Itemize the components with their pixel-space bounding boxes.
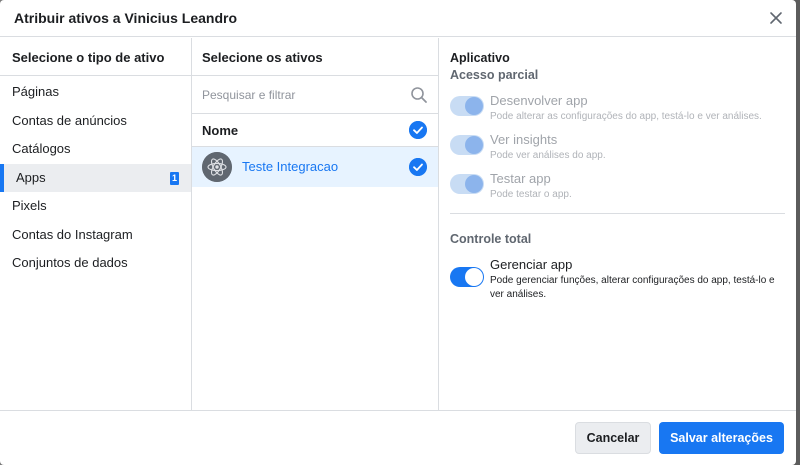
assign-assets-dialog: Atribuir ativos a Vinicius Leandro Selec… xyxy=(0,0,796,465)
asset-row[interactable]: Teste Integracao xyxy=(192,147,438,187)
save-button[interactable]: Salvar alterações xyxy=(659,422,784,454)
selected-count-badge: 1 xyxy=(170,171,179,185)
permission-description: Pode ver análises do app. xyxy=(490,150,606,161)
permission-label: Testar app xyxy=(490,171,551,186)
asset-type-apps[interactable]: Apps 1 xyxy=(0,163,191,192)
asset-type-label: Contas do Instagram xyxy=(12,226,133,242)
permission-description: Pode testar o app. xyxy=(490,189,572,200)
asset-type-label: Pixels xyxy=(12,198,47,213)
permission-label: Desenvolver app xyxy=(490,93,588,108)
permission-label: Ver insights xyxy=(490,132,558,147)
permission-view-insights: Ver insights Pode ver análises do app. xyxy=(450,132,790,162)
search-input[interactable] xyxy=(202,85,402,105)
permission-description: Pode alterar as configurações do app, te… xyxy=(490,111,762,122)
asset-type-pages[interactable]: Páginas xyxy=(0,78,191,107)
asset-type-header: Selecione o tipo de ativo xyxy=(0,38,191,76)
dialog-header: Atribuir ativos a Vinicius Leandro xyxy=(0,0,796,37)
name-column-header: Nome xyxy=(202,123,239,138)
permission-description: Pode gerenciar funções, alterar configur… xyxy=(490,275,775,300)
search-icon[interactable] xyxy=(410,86,428,104)
permission-develop-app: Desenvolver app Pode alterar as configur… xyxy=(450,93,790,123)
permission-manage-app: Gerenciar app Pode gerenciar funções, al… xyxy=(450,257,790,302)
permissions-title: Aplicativo xyxy=(450,51,510,65)
select-all-row[interactable]: Nome xyxy=(192,114,438,147)
toggle-switch xyxy=(450,135,484,155)
assets-column: Selecione os ativos Nome xyxy=(192,38,439,410)
divider xyxy=(450,213,785,214)
partial-access-title: Acesso parcial xyxy=(450,68,539,82)
check-icon[interactable] xyxy=(409,158,427,176)
asset-type-pixels[interactable]: Pixels xyxy=(0,192,191,221)
asset-type-datasets[interactable]: Conjuntos de dados xyxy=(0,249,191,278)
assets-header: Selecione os ativos xyxy=(192,38,438,76)
close-icon[interactable] xyxy=(766,8,786,28)
asset-type-label: Catálogos xyxy=(12,141,71,156)
dialog-title: Atribuir ativos a Vinicius Leandro xyxy=(14,10,238,26)
asset-type-instagram-accounts[interactable]: Contas do Instagram xyxy=(0,221,191,250)
check-all-icon[interactable] xyxy=(409,121,427,139)
asset-type-catalogs[interactable]: Catálogos xyxy=(0,135,191,164)
asset-type-column: Selecione o tipo de ativo Páginas Contas… xyxy=(0,38,192,410)
asset-label: Teste Integracao xyxy=(242,159,339,174)
asset-type-label: Páginas xyxy=(12,84,59,99)
permissions-column: Aplicativo Acesso parcial Desenvolver ap… xyxy=(439,38,796,410)
full-control-title: Controle total xyxy=(450,232,532,246)
asset-type-label: Apps xyxy=(16,169,46,185)
dialog-footer: Cancelar Salvar alterações xyxy=(0,410,796,465)
asset-type-label: Contas de anúncios xyxy=(12,112,127,128)
permission-label: Gerenciar app xyxy=(490,257,573,272)
asset-type-label: Conjuntos de dados xyxy=(12,255,128,270)
search-bar xyxy=(192,76,438,114)
permission-test-app: Testar app Pode testar o app. xyxy=(450,171,790,201)
toggle-switch xyxy=(450,96,484,116)
react-icon xyxy=(202,152,232,182)
asset-type-ad-accounts[interactable]: Contas de anúncios xyxy=(0,107,191,136)
toggle-switch xyxy=(450,174,484,194)
toggle-switch[interactable] xyxy=(450,267,484,287)
cancel-button[interactable]: Cancelar xyxy=(575,422,651,454)
dialog-body: Selecione o tipo de ativo Páginas Contas… xyxy=(0,38,796,410)
